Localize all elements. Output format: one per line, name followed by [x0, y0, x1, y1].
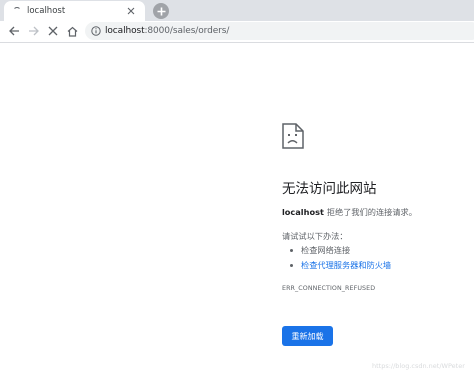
- error-code: ERR_CONNECTION_REFUSED: [282, 285, 376, 292]
- watermark: https://blog.csdn.net/WPeter: [372, 362, 465, 370]
- address-bar[interactable]: localhost:8000/sales/orders/: [85, 22, 474, 40]
- list-item: 检查网络连接: [290, 243, 391, 258]
- stop-button[interactable]: [45, 23, 61, 39]
- error-host: localhost: [282, 207, 324, 217]
- home-icon: [67, 26, 77, 37]
- tab-title: localhost: [27, 6, 66, 16]
- forward-button[interactable]: [26, 23, 42, 39]
- home-button[interactable]: [64, 23, 80, 39]
- suggestion-check-network: 检查网络连接: [301, 245, 351, 255]
- tab-localhost[interactable]: localhost: [4, 1, 145, 21]
- error-title: 无法访问此网站: [282, 181, 377, 197]
- url-path: :8000/sales/orders/: [144, 26, 230, 36]
- url-host: localhost: [105, 26, 145, 36]
- arrow-right-icon: [29, 26, 39, 36]
- url-text[interactable]: localhost:8000/sales/orders/: [105, 26, 229, 36]
- bullet-icon: [290, 249, 293, 252]
- suggestions-title: 请试试以下办法：: [282, 231, 348, 241]
- x-icon: [48, 26, 58, 36]
- loading-spinner-icon: [13, 7, 21, 15]
- tab-strip: localhost: [0, 0, 474, 21]
- suggestions-list: 检查网络连接 检查代理服务器和防火墙: [290, 243, 391, 273]
- list-item: 检查代理服务器和防火墙: [290, 258, 391, 273]
- info-circle-icon[interactable]: [91, 26, 101, 36]
- sad-document-icon: [282, 123, 304, 149]
- toolbar: localhost:8000/sales/orders/: [0, 21, 474, 43]
- bullet-icon: [290, 264, 293, 267]
- error-description-text: 拒绝了我们的连接请求。: [326, 207, 417, 217]
- plus-icon: [157, 7, 165, 15]
- back-button[interactable]: [6, 23, 22, 39]
- arrow-left-icon: [9, 26, 19, 36]
- error-description: localhost 拒绝了我们的连接请求。: [282, 206, 417, 218]
- suggestion-check-proxy-link[interactable]: 检查代理服务器和防火墙: [301, 258, 391, 273]
- new-tab-button[interactable]: [153, 3, 169, 19]
- reload-button[interactable]: 重新加载: [282, 326, 333, 346]
- tab-close-icon[interactable]: [123, 3, 139, 19]
